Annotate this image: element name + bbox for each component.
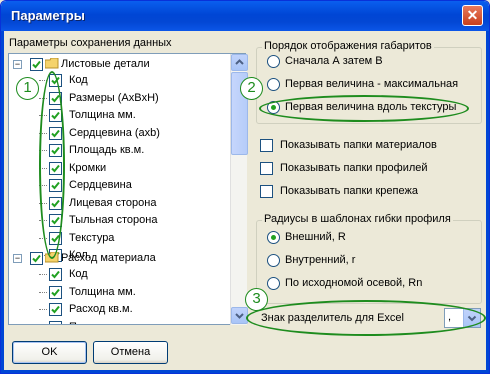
option-label: Показывать папки профилей: [280, 162, 428, 174]
check-icon: [51, 270, 60, 279]
show-option[interactable]: Показывать папки профилей: [260, 161, 480, 177]
tree-item-label: Текстура: [69, 231, 115, 244]
tree-item-label: Кромки: [69, 161, 107, 174]
tree-item-label: Толщина мм.: [69, 285, 136, 298]
window-border-right: [486, 31, 489, 373]
tree-item-label: Лицевая сторона: [69, 196, 157, 209]
item-checkbox[interactable]: [49, 320, 62, 324]
annotation-marker-1: 1: [16, 77, 39, 100]
annotation-marker-2: 2: [240, 77, 263, 100]
tree-line: [39, 274, 47, 275]
annotation-ellipse-1: [39, 71, 65, 259]
tree-item-label: Код: [69, 74, 88, 86]
tree-item-label: Толщина мм.: [69, 109, 136, 121]
radio-button[interactable]: [267, 231, 280, 244]
tree-item[interactable]: Код: [9, 266, 239, 283]
tree-item[interactable]: Толщина мм.: [9, 284, 239, 301]
window-title: Параметры: [11, 8, 85, 23]
tree-item-label: Примечание: [69, 319, 133, 325]
radius-option[interactable]: Внутренний, r: [267, 253, 477, 269]
annotation-marker-3: 3: [245, 288, 268, 311]
tree-line: [39, 309, 47, 310]
arrow-down-icon: [235, 313, 244, 319]
close-button[interactable]: ✕: [462, 5, 483, 26]
check-icon: [32, 254, 41, 263]
tree-line: [39, 291, 47, 293]
checkbox-group2[interactable]: [30, 252, 43, 265]
option-label: Показывать папки материалов: [280, 139, 437, 151]
checkbox-group1[interactable]: [30, 58, 43, 71]
option-label: Первая величина - максимальная: [285, 78, 459, 90]
tree-group2-label[interactable]: Расход материала: [61, 250, 156, 266]
ok-button[interactable]: OK: [12, 341, 87, 364]
option-label: Внешний, R: [285, 231, 346, 243]
tree-item-label: Размеры (AxBxH): [69, 91, 159, 104]
tree-item[interactable]: Код: [9, 72, 239, 89]
order-option[interactable]: Первая величина - максимальная: [267, 77, 477, 93]
title-bar[interactable]: Параметры ✕: [1, 1, 489, 31]
radio-dot: [271, 235, 276, 240]
folder-icon: [45, 58, 59, 69]
radius-option[interactable]: Внешний, R: [267, 230, 477, 246]
arrow-up-icon: [235, 59, 244, 65]
radio-button[interactable]: [267, 55, 280, 68]
annotation-ellipse-2: [259, 95, 469, 122]
item-checkbox[interactable]: [49, 268, 62, 281]
window-border-bottom: [1, 370, 489, 373]
window-border-left: [1, 31, 4, 373]
check-icon: [32, 60, 41, 69]
option-checkbox[interactable]: [260, 162, 273, 175]
tree-group1-label[interactable]: Листовые детали: [61, 56, 150, 72]
radio-button[interactable]: [267, 277, 280, 290]
tree-item-label: Сердцевина: [69, 179, 132, 191]
parameters-dialog: Параметры ✕ Параметры сохранения данных …: [0, 0, 490, 374]
show-option[interactable]: Показывать папки материалов: [260, 138, 480, 154]
collapse-group1-toggle[interactable]: −: [13, 60, 22, 69]
tree-item-label: Расход кв.м.: [69, 303, 133, 315]
show-option[interactable]: Показывать папки крепежа: [260, 184, 480, 200]
annotation-ellipse-3: [246, 300, 486, 336]
option-checkbox[interactable]: [260, 185, 273, 198]
radio-button[interactable]: [267, 78, 280, 91]
left-panel-title: Параметры сохранения данных: [9, 37, 172, 49]
check-icon: [51, 305, 60, 314]
tree-item-label: Код: [69, 268, 88, 280]
order-option[interactable]: Сначала А затем В: [267, 54, 477, 70]
order-group-title: Порядок отображения габаритов: [262, 40, 434, 52]
tree-item[interactable]: Расход кв.м.: [9, 301, 239, 318]
radio-button[interactable]: [267, 254, 280, 267]
collapse-group2-toggle[interactable]: −: [13, 254, 22, 263]
tree-item[interactable]: Примечание: [9, 319, 239, 325]
item-checkbox[interactable]: [49, 303, 62, 316]
cancel-button[interactable]: Отмена: [93, 341, 168, 364]
option-label: Внутренний, r: [285, 254, 356, 266]
radius-group-title: Радиусы в шаблонах гибки профиля: [262, 213, 453, 225]
option-label: Сначала А затем В: [285, 55, 383, 67]
scroll-up-button[interactable]: [231, 54, 248, 71]
check-icon: [51, 288, 60, 296]
check-icon: [57, 323, 59, 324]
option-checkbox[interactable]: [260, 139, 273, 152]
radius-option[interactable]: По исходномой осевой, Rn: [267, 276, 477, 292]
tree-item-label: Сердцевина (axb): [69, 126, 160, 139]
option-label: По исходномой осевой, Rn: [285, 277, 423, 289]
item-checkbox[interactable]: [49, 285, 62, 299]
tree-item-label: Площадь кв.м.: [69, 144, 145, 156]
option-label: Показывать папки крепежа: [280, 185, 418, 197]
tree-item-label: Тыльная сторона: [69, 214, 158, 226]
